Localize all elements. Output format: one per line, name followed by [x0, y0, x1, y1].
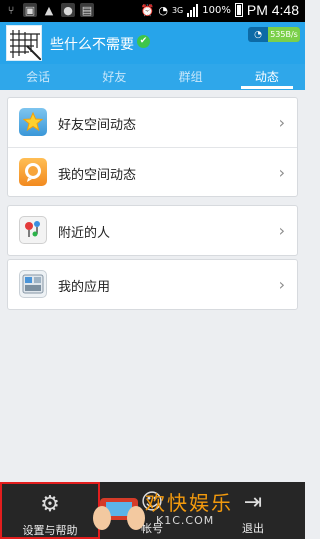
status-bar: ⑂ ▣ ▲ ● ▤ ⏰ ◔ 3G 100% PM 4:48 — [0, 0, 305, 22]
system-status: ⏰ ◔ 3G 100% PM 4:48 — [141, 2, 299, 18]
network-speed: 535B/s — [268, 27, 300, 42]
list-item-label: 附近的人 — [58, 226, 111, 241]
list-item-label: 我的空间动态 — [58, 168, 137, 183]
wifi-icon: ◔ — [158, 3, 168, 17]
network-speed-badge: ◔ 535B/s — [248, 27, 300, 42]
account-icon: ☺ — [140, 490, 164, 515]
apps-icon — [19, 270, 47, 298]
battery-percent: 100% — [202, 4, 231, 16]
tab-conversations[interactable]: 会话 — [0, 64, 76, 90]
star-icon — [19, 108, 47, 136]
speech-bubble-icon — [19, 158, 47, 186]
signal-icon — [187, 3, 199, 17]
exit-button[interactable]: ⇥ 退出 — [203, 482, 303, 539]
chevron-right-icon: › — [278, 221, 285, 240]
list-item-friends-feed[interactable]: 好友空间动态 › — [8, 98, 297, 147]
settings-help-label: 设置与帮助 — [22, 524, 78, 537]
tab-friends[interactable]: 好友 — [76, 64, 152, 90]
tab-feeds[interactable]: 动态 — [229, 64, 305, 90]
account-button[interactable]: ☺ 帐号 — [102, 482, 202, 539]
usb-icon: ⑂ — [7, 3, 15, 17]
battery-icon — [234, 3, 243, 17]
sketch-avatar-icon — [7, 26, 41, 60]
app-notification-icon: ▣ — [23, 3, 37, 17]
wifi-icon: ◔ — [254, 29, 262, 40]
main-tabs: 会话 好友 群组 动态 — [0, 64, 305, 90]
chevron-right-icon: › — [278, 275, 285, 294]
exit-label: 退出 — [242, 522, 264, 535]
clock: PM 4:48 — [246, 2, 299, 18]
tab-groups[interactable]: 群组 — [153, 64, 229, 90]
online-status-icon[interactable]: ✔ — [137, 35, 150, 48]
chevron-right-icon: › — [278, 163, 285, 182]
list-item-nearby-people[interactable]: 附近的人 › — [8, 206, 297, 255]
alarm-icon: ⏰ — [140, 3, 155, 17]
notification-icons: ⑂ ▣ ▲ ● ▤ — [4, 3, 94, 17]
settings-help-button[interactable]: ⚙ 设置与帮助 — [0, 482, 100, 539]
nickname[interactable]: 些什么不需要 — [50, 34, 134, 54]
chevron-right-icon: › — [278, 113, 285, 132]
nearby-pins-icon — [19, 216, 47, 244]
exit-icon: ⇥ — [243, 490, 263, 515]
apps-group: 我的应用 › — [7, 259, 298, 310]
list-item-my-feed[interactable]: 我的空间动态 › — [8, 147, 297, 196]
account-label: 帐号 — [141, 522, 163, 535]
list-item-label: 我的应用 — [58, 280, 111, 295]
list-item-label: 好友空间动态 — [58, 118, 137, 133]
bottom-menu: ⚙ 设置与帮助 ☺ 帐号 ⇥ 退出 — [0, 482, 305, 539]
game-notification-icon: ● — [61, 3, 75, 17]
profile-header: 些什么不需要 ✔ ◔ 535B/s — [0, 22, 305, 64]
android-icon: ▲ — [44, 3, 54, 17]
network-type: 3G — [171, 5, 184, 15]
avatar[interactable] — [6, 25, 42, 61]
list-item-my-apps[interactable]: 我的应用 › — [8, 260, 297, 309]
nearby-group: 附近的人 › — [7, 205, 298, 256]
photo-notification-icon: ▤ — [80, 3, 94, 17]
gear-icon: ⚙ — [40, 492, 60, 517]
feeds-group: 好友空间动态 › 我的空间动态 › — [7, 97, 298, 197]
